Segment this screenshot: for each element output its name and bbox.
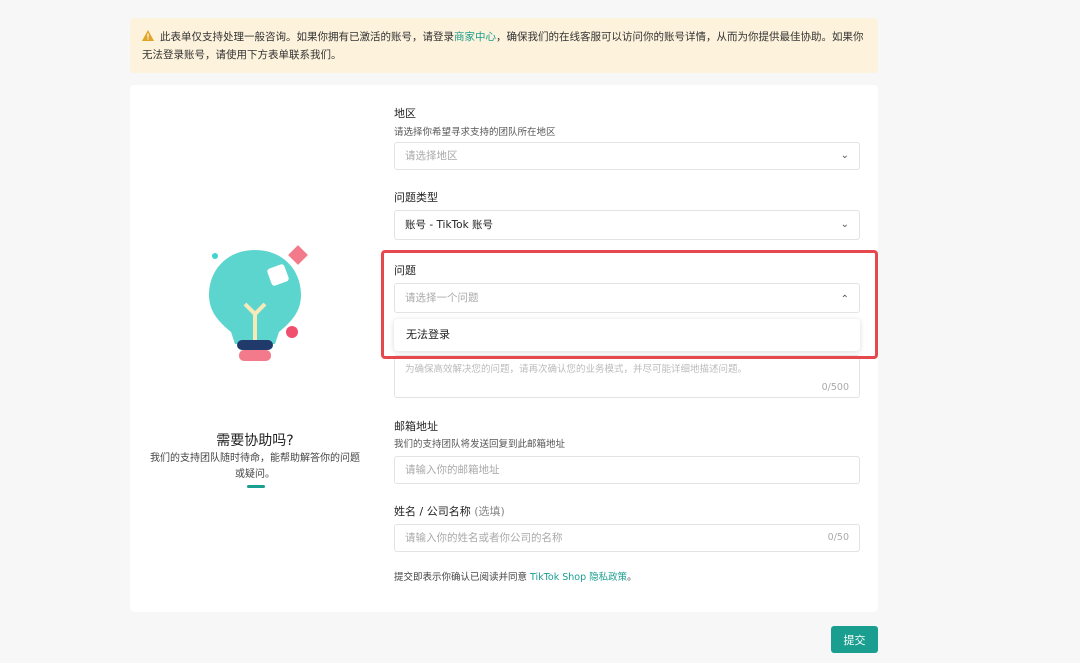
issue-label: 问题 <box>394 264 416 277</box>
description-textarea[interactable]: 为确保高效解决您的问题，请再次确认您的业务模式，并尽可能详细地描述问题。 0/50… <box>394 355 860 398</box>
description-count: 0/500 <box>821 382 849 393</box>
seller-center-link[interactable]: 商家中心 <box>454 31 496 43</box>
accent-underline <box>247 485 265 488</box>
lightbulb-illustration <box>209 245 308 361</box>
help-description: 我们的支持团队随时待命，能帮助解答你的问题或疑问。 <box>150 453 360 480</box>
banner-text: 此表单仅支持处理一般咨询。如果你拥有已激活的账号，请登录 <box>160 31 454 43</box>
region-sublabel: 请选择你希望寻求支持的团队所在地区 <box>394 127 556 138</box>
privacy-disclaimer: 提交即表示你确认已阅读并同意 TikTok Shop 隐私政策。 <box>394 572 637 583</box>
name-placeholder: 请输入你的姓名或者你公司的名称 <box>405 532 563 544</box>
name-count: 0/50 <box>827 532 849 543</box>
region-label: 地区 <box>394 107 416 120</box>
chevron-down-icon: ⌄ <box>840 150 849 161</box>
region-placeholder: 请选择地区 <box>405 150 458 162</box>
optional-tag: (选填) <box>474 505 505 518</box>
email-placeholder: 请输入你的邮箱地址 <box>405 464 500 476</box>
name-input[interactable]: 请输入你的姓名或者你公司的名称 0/50 <box>394 524 860 552</box>
email-sublabel: 我们的支持团队将发送回复到此邮箱地址 <box>394 439 566 450</box>
chevron-down-icon: ⌄ <box>840 219 849 230</box>
submit-button[interactable]: 提交 <box>831 626 878 653</box>
chevron-up-icon: ⌃ <box>840 294 849 305</box>
name-label: 姓名 / 公司名称 (选填) <box>394 505 505 518</box>
email-input[interactable]: 请输入你的邮箱地址 <box>394 456 860 484</box>
warning-icon <box>142 30 154 41</box>
help-panel: 需要协助吗? 我们的支持团队随时待命，能帮助解答你的问题或疑问。 <box>130 85 380 612</box>
issue-type-label: 问题类型 <box>394 191 438 204</box>
info-banner: 此表单仅支持处理一般咨询。如果你拥有已激活的账号，请登录商家中心，确保我们的在线… <box>130 18 878 73</box>
issue-placeholder: 请选择一个问题 <box>405 292 479 304</box>
issue-type-value: 账号 - TikTok 账号 <box>405 219 494 231</box>
email-label: 邮箱地址 <box>394 420 438 433</box>
issue-type-select[interactable]: 账号 - TikTok 账号 ⌄ <box>394 210 860 240</box>
privacy-policy-link[interactable]: TikTok Shop 隐私政策 <box>530 572 627 583</box>
issue-select[interactable]: 请选择一个问题 ⌃ <box>394 283 860 313</box>
help-title: 需要协助吗? <box>216 433 294 449</box>
form-card: 需要协助吗? 我们的支持团队随时待命，能帮助解答你的问题或疑问。 地区 请选择你… <box>130 85 878 612</box>
issue-dropdown: 无法登录 <box>394 319 860 351</box>
description-placeholder: 为确保高效解决您的问题，请再次确认您的业务模式，并尽可能详细地描述问题。 <box>405 364 748 375</box>
dropdown-option[interactable]: 无法登录 <box>406 319 848 351</box>
region-select[interactable]: 请选择地区 ⌄ <box>394 142 860 170</box>
